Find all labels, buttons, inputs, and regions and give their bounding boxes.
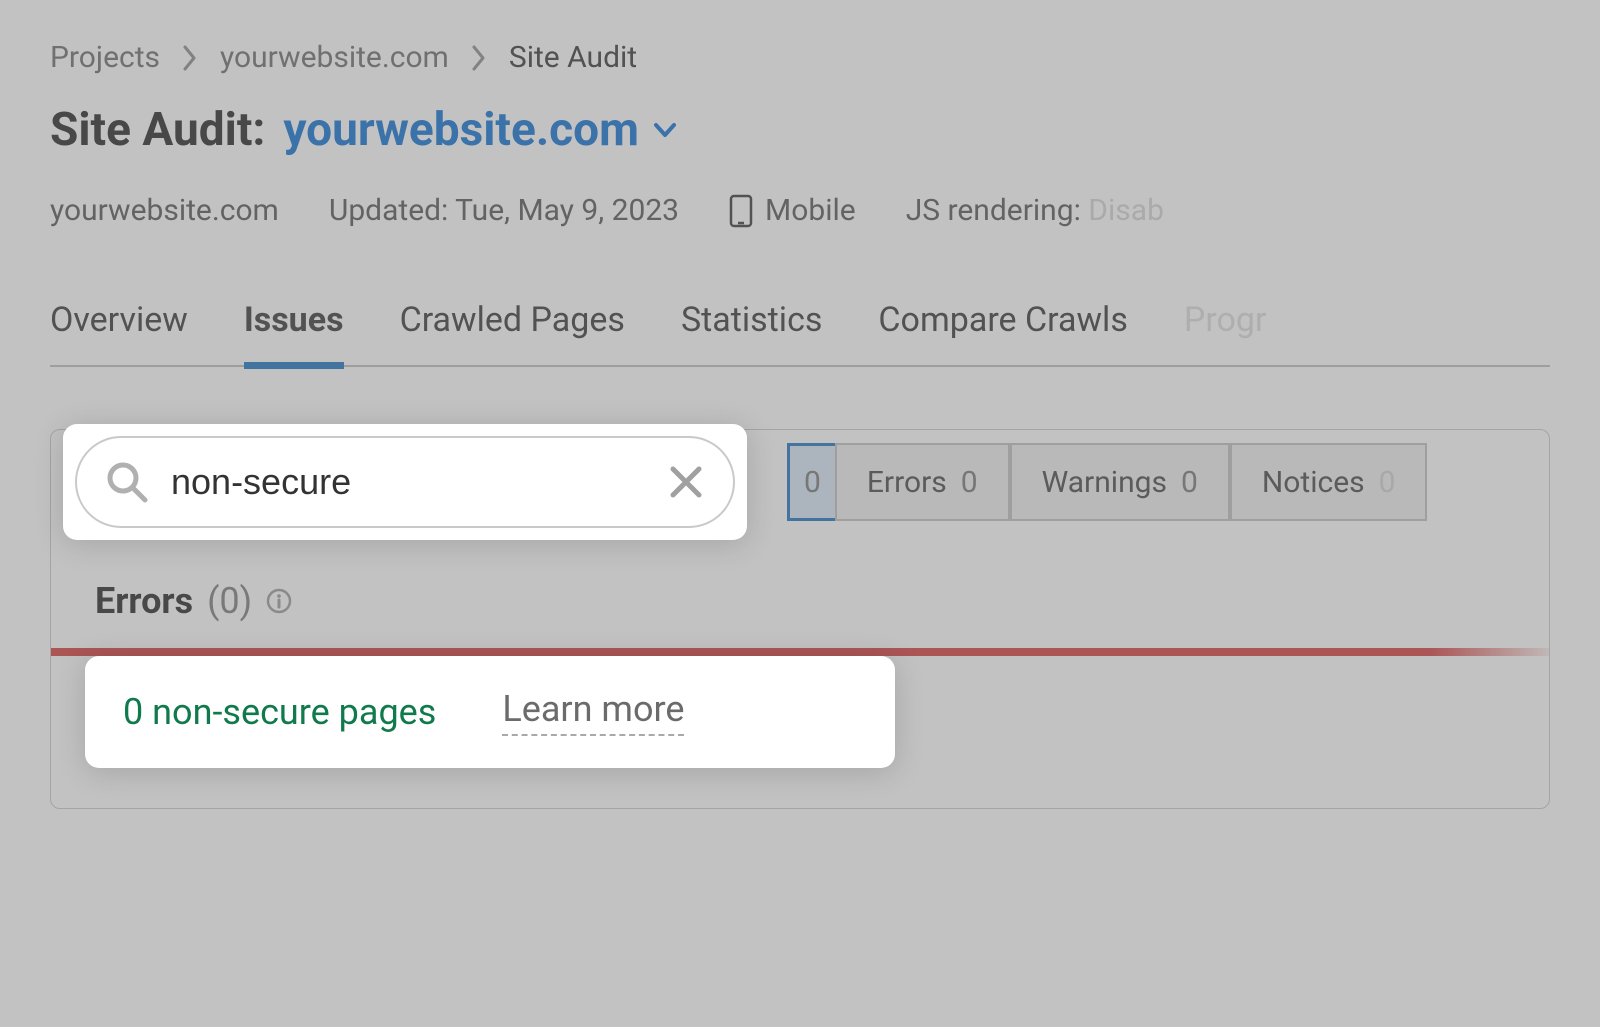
issue-search[interactable] [75, 436, 735, 528]
domain-selector[interactable]: yourwebsite.com [283, 103, 677, 157]
issue-search-input[interactable] [171, 461, 645, 503]
mobile-icon [729, 194, 753, 228]
chevron-down-icon [653, 122, 677, 138]
filter-errors[interactable]: Errors 0 [835, 443, 1010, 521]
tab-crawled-pages[interactable]: Crawled Pages [400, 300, 625, 365]
meta-device: Mobile [729, 193, 856, 228]
breadcrumb-item-projects[interactable]: Projects [50, 40, 160, 75]
filter-warnings-count: 0 [1181, 465, 1198, 500]
errors-heading-label: Errors [95, 580, 193, 622]
meta-js-label: JS rendering: [906, 193, 1081, 228]
filter-warnings[interactable]: Warnings 0 [1010, 443, 1230, 521]
breadcrumb-item-current: Site Audit [509, 40, 637, 75]
filter-all[interactable]: 0 [787, 443, 835, 521]
filter-row: 0 Errors 0 Warnings 0 Notices 0 [63, 424, 1537, 540]
page-title-label: Site Audit: [50, 103, 265, 157]
meta-js-rendering: JS rendering: Disab [906, 193, 1164, 228]
filter-warnings-label: Warnings [1042, 465, 1167, 500]
tabs: Overview Issues Crawled Pages Statistics… [50, 300, 1550, 367]
issue-link[interactable]: 0 non-secure pages [123, 691, 436, 733]
chevron-right-icon [182, 45, 198, 71]
clear-search-icon[interactable] [667, 463, 705, 501]
filter-notices[interactable]: Notices 0 [1230, 443, 1428, 521]
issue-row: 0 non-secure pages Learn more [85, 656, 895, 768]
filter-all-count: 0 [804, 465, 821, 500]
tab-statistics[interactable]: Statistics [681, 300, 822, 365]
chevron-right-icon [471, 45, 487, 71]
domain-selector-text: yourwebsite.com [283, 103, 639, 157]
search-icon [105, 460, 149, 504]
filter-errors-label: Errors [867, 465, 947, 500]
tab-overview[interactable]: Overview [50, 300, 188, 365]
errors-severity-bar [51, 648, 1549, 656]
tab-compare-crawls[interactable]: Compare Crawls [878, 300, 1127, 365]
learn-more-link[interactable]: Learn more [502, 688, 684, 736]
meta-domain: yourwebsite.com [50, 193, 279, 228]
breadcrumb-item-domain[interactable]: yourwebsite.com [220, 40, 449, 75]
filter-notices-label: Notices [1262, 465, 1365, 500]
issues-panel: 0 Errors 0 Warnings 0 Notices 0 Errors [50, 429, 1550, 809]
meta-updated: Updated: Tue, May 9, 2023 [329, 193, 679, 228]
errors-heading-count: (0) [207, 580, 252, 622]
filter-notices-count: 0 [1379, 465, 1396, 500]
filter-pills: 0 Errors 0 Warnings 0 Notices 0 [787, 443, 1427, 521]
tab-progress[interactable]: Progr [1184, 300, 1267, 365]
page-title: Site Audit: yourwebsite.com [50, 103, 1550, 157]
info-icon[interactable] [266, 588, 292, 614]
meta-js-value: Disab [1088, 193, 1164, 228]
breadcrumb: Projects yourwebsite.com Site Audit [50, 40, 1550, 75]
filter-errors-count: 0 [961, 465, 978, 500]
tab-issues[interactable]: Issues [244, 300, 344, 369]
meta-device-label: Mobile [765, 193, 856, 228]
site-audit-page: Projects yourwebsite.com Site Audit Site… [0, 0, 1600, 809]
meta-row: yourwebsite.com Updated: Tue, May 9, 202… [50, 193, 1550, 228]
errors-section-heading: Errors (0) [51, 560, 1549, 648]
search-highlight [63, 424, 747, 540]
